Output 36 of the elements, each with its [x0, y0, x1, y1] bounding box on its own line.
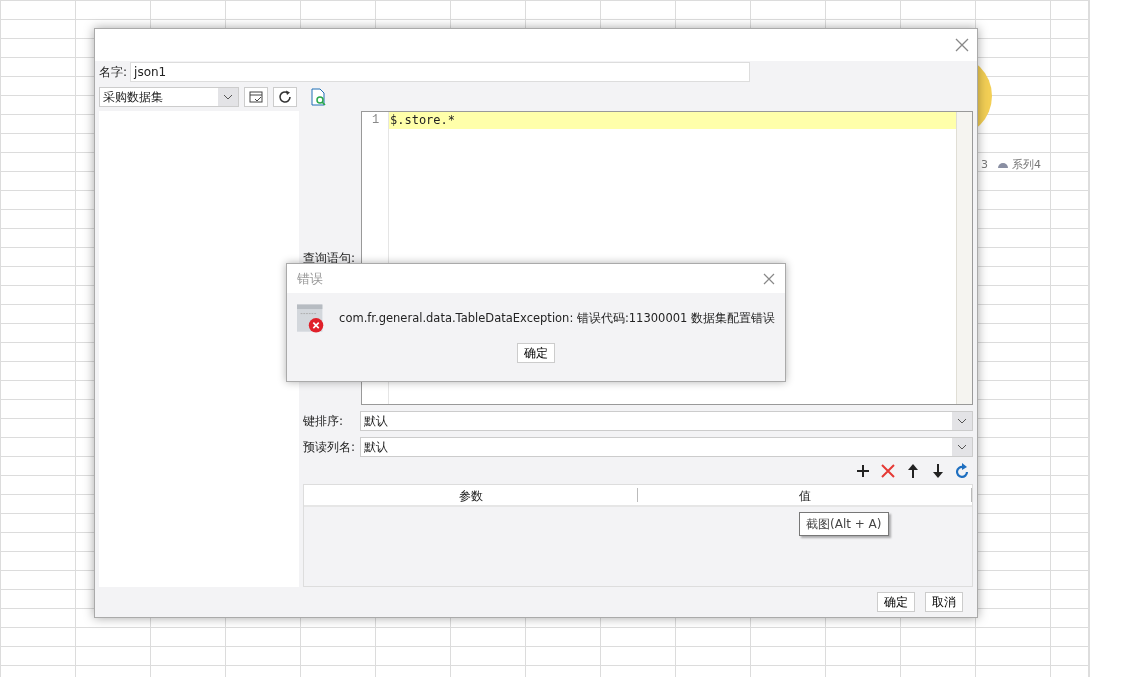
legend-label: 系列4	[1012, 157, 1041, 173]
delete-icon[interactable]	[880, 462, 896, 479]
refresh-button[interactable]	[273, 87, 297, 107]
window-check-icon	[249, 91, 263, 103]
refresh-icon	[278, 90, 292, 104]
close-icon[interactable]	[955, 38, 969, 52]
ok-button[interactable]: 确定	[517, 343, 555, 363]
ok-button[interactable]: 确定	[877, 592, 915, 612]
name-field[interactable]: json1	[130, 62, 751, 82]
field-label: 预读列名:	[303, 438, 357, 456]
cancel-button[interactable]: 取消	[925, 592, 963, 612]
column-header: 参数	[458, 489, 483, 504]
legend-icon	[998, 162, 1008, 169]
query-label: 查询语句:	[303, 249, 356, 267]
dataset-select[interactable]: 采购数据集	[99, 87, 239, 107]
line-number: 1	[370, 111, 381, 129]
preview-icon[interactable]	[311, 87, 327, 106]
legend-label: 3	[981, 157, 988, 173]
arrow-down-icon[interactable]	[930, 462, 946, 479]
name-label: 名字:	[99, 64, 128, 81]
column-header: 值	[798, 489, 811, 504]
field-label: 键排序:	[303, 412, 345, 430]
tooltip: 截图(Alt + A)	[799, 512, 889, 536]
error-icon	[297, 303, 326, 335]
dropdown-icon[interactable]	[957, 443, 967, 450]
add-icon[interactable]	[855, 462, 871, 479]
dropdown-icon[interactable]	[223, 94, 233, 100]
arrow-up-icon[interactable]	[905, 462, 921, 479]
select-field[interactable]: 默认	[360, 436, 973, 457]
dialog-title: 错误	[297, 269, 323, 288]
refresh-icon[interactable]	[955, 462, 971, 479]
scrollbar[interactable]	[956, 111, 972, 404]
select-field[interactable]: 默认	[360, 410, 973, 431]
close-icon[interactable]	[763, 272, 775, 285]
edit-button[interactable]	[244, 87, 268, 107]
dropdown-icon[interactable]	[957, 417, 967, 424]
